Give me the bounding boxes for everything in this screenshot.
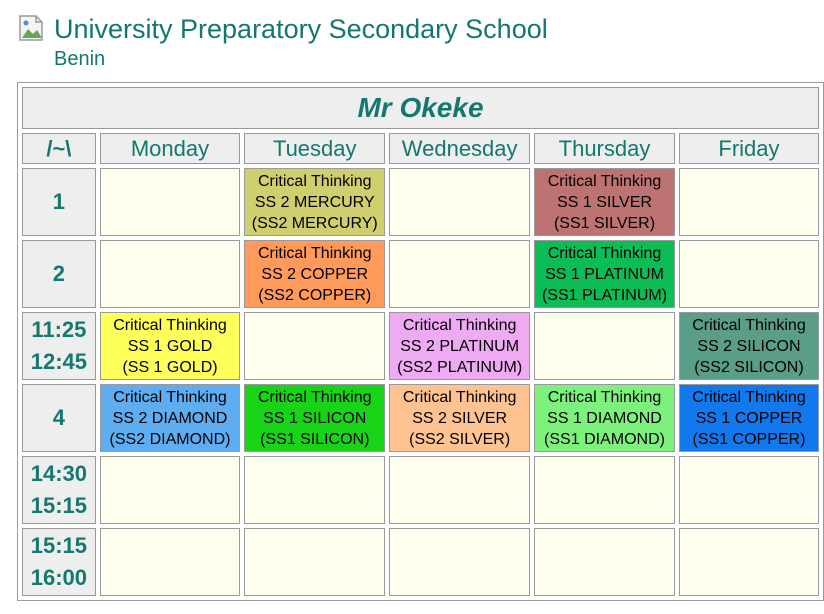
lesson-cell-tuesday[interactable]: Critical Thinking SS 1 SILICON (SS1 SILICO…: [244, 384, 386, 452]
timetable-cell-tuesday: [244, 456, 386, 524]
timetable-cell-monday: [99, 456, 241, 524]
period-label: 1: [22, 168, 96, 236]
period-label: 11:25 12:45: [22, 312, 96, 380]
school-location: Benin: [54, 48, 106, 70]
period-time: 1: [52, 189, 65, 214]
broken-image-icon: [19, 15, 43, 41]
timetable-cell-wednesday: [389, 528, 531, 596]
lesson-cell-monday[interactable]: Critical Thinking SS 2 DIAMOND (SS2 DIAMON…: [99, 384, 241, 452]
day-header-row: /~\ Monday Tuesday Wednesday Thursday Fr…: [22, 133, 819, 164]
lesson-room: (SS2 DIAMOND): [109, 430, 231, 448]
period-time: 15:15: [30, 493, 87, 518]
lesson-subject: Critical Thinking: [547, 172, 662, 190]
lesson-class: SS 1 SILICON: [263, 409, 367, 427]
lesson-subject: Critical Thinking: [692, 388, 806, 406]
lesson-class: SS 2 SILVER: [412, 409, 508, 427]
lesson-subject: Critical Thinking: [692, 316, 806, 334]
period-time: 4: [52, 405, 65, 430]
timetable-cell-thursday: [534, 312, 675, 380]
lesson-room: (SS2 MERCURY): [251, 214, 378, 232]
lesson-room: (SS 1 GOLD): [122, 358, 218, 376]
timetable-cell-tuesday: [244, 312, 386, 380]
timetable-cell-thursday: [534, 528, 675, 596]
lesson-subject: Critical Thinking: [113, 388, 227, 406]
lesson-subject: Critical Thinking: [547, 388, 662, 406]
timetable: Mr Okeke /~\ Monday Tuesday Wednesday Th…: [17, 82, 824, 601]
day-header-thursday: Thursday: [534, 133, 675, 164]
lesson-cell-monday[interactable]: Critical Thinking SS 1 GOLD (SS 1 GOLD): [99, 312, 241, 380]
period-label: 14:30 15:15: [22, 456, 96, 524]
lesson-cell-friday[interactable]: Critical Thinking SS 1 COPPER (SS1 COPPER): [678, 384, 819, 452]
lesson-cell-friday[interactable]: Critical Thinking SS 2 SILICON (SS2 SILICO…: [678, 312, 819, 380]
day-header-friday: Friday: [678, 133, 819, 164]
lesson-room: (SS2 SILVER): [409, 430, 511, 448]
lesson-room: (SS1 SILICON): [260, 430, 370, 448]
lesson-class: SS 2 SILICON: [697, 337, 801, 355]
school-name: University Preparatory Secondary School: [54, 14, 548, 44]
lesson-class: SS 2 DIAMOND: [112, 409, 228, 427]
timetable-cell-monday: [99, 528, 241, 596]
period-time: 12:45: [30, 349, 87, 374]
period-row: 4 Critical Thinking SS 2 DIAMOND (SS2 DIAMO…: [22, 384, 819, 452]
lesson-subject: Critical Thinking: [257, 388, 372, 406]
lesson-subject: Critical Thinking: [402, 316, 517, 334]
period-label: 4: [22, 384, 96, 452]
lesson-room: (SS1 SILVER): [553, 214, 656, 232]
lesson-class: SS 1 COPPER: [695, 409, 803, 427]
lesson-room: (SS1 DIAMOND): [544, 430, 665, 448]
lesson-class: SS 1 GOLD: [127, 337, 213, 355]
timetable-cell-monday: [99, 240, 241, 308]
timetable-cell-wednesday: [389, 456, 531, 524]
timetable-cell-wednesday: [389, 168, 531, 236]
timetable-cell-friday: [678, 528, 819, 596]
period-label: 15:15 16:00: [22, 528, 96, 596]
timetable-cell-tuesday: [244, 528, 386, 596]
lesson-room: (SS1 COPPER): [692, 430, 806, 448]
timetable-cell-thursday: [534, 456, 675, 524]
lesson-cell-thursday[interactable]: Critical Thinking SS 1 PLATINUM (SS1 PLATI…: [534, 240, 675, 308]
lesson-room: (SS2 SILICON): [694, 358, 804, 376]
lesson-cell-thursday[interactable]: Critical Thinking SS 1 SILVER (SS1 SILVER): [534, 168, 675, 236]
timetable-cell-friday: [678, 168, 819, 236]
timetable-cell-friday: [678, 240, 819, 308]
period-row: 11:25 12:45 Critical Thinking SS 1 GOLD (SS …: [22, 312, 819, 380]
period-time: 16:00: [30, 565, 87, 590]
lesson-class: SS 1 SILVER: [557, 193, 652, 211]
lesson-subject: Critical Thinking: [113, 316, 227, 334]
corner-header: /~\: [22, 133, 96, 164]
lesson-class: SS 1 PLATINUM: [545, 265, 664, 283]
day-header-monday: Monday: [99, 133, 241, 164]
lesson-room: (SS1 PLATINUM): [541, 286, 668, 304]
day-header-wednesday: Wednesday: [389, 133, 531, 164]
period-row: 15:15 16:00: [22, 528, 819, 596]
timetable-cell-wednesday: [389, 240, 531, 308]
period-time: 15:15: [30, 533, 87, 558]
lesson-subject: Critical Thinking: [547, 244, 662, 262]
lesson-cell-tuesday[interactable]: Critical Thinking SS 2 MERCURY (SS2 MERCUR…: [244, 168, 386, 236]
period-row: 14:30 15:15: [22, 456, 819, 524]
lesson-cell-wednesday[interactable]: Critical Thinking SS 2 PLATINUM (SS2 PLATI…: [389, 312, 531, 380]
lesson-cell-thursday[interactable]: Critical Thinking SS 1 DIAMOND (SS1 DIAMON…: [534, 384, 675, 452]
period-row: 2 Critical Thinking SS 2 COPPER (SS2 COPPER…: [22, 240, 819, 308]
lesson-subject: Critical Thinking: [257, 172, 372, 190]
lesson-cell-tuesday[interactable]: Critical Thinking SS 2 COPPER (SS2 COPPER): [244, 240, 386, 308]
teacher-name: Mr Okeke: [22, 87, 819, 129]
lesson-class: SS 1 DIAMOND: [547, 409, 662, 427]
timetable-cell-friday: [678, 456, 819, 524]
day-header-tuesday: Tuesday: [244, 133, 386, 164]
lesson-class: SS 2 PLATINUM: [400, 337, 520, 355]
lesson-class: SS 2 COPPER: [261, 265, 369, 283]
timetable-cell-monday: [99, 168, 241, 236]
lesson-room: (SS2 COPPER): [258, 286, 372, 304]
period-time: 14:30: [30, 461, 87, 486]
lesson-room: (SS2 PLATINUM): [397, 358, 523, 376]
period-label: 2: [22, 240, 96, 308]
period-time: 11:25: [31, 317, 87, 342]
period-time: 2: [52, 261, 65, 286]
lesson-subject: Critical Thinking: [257, 244, 372, 262]
lesson-subject: Critical Thinking: [402, 388, 517, 406]
lesson-cell-wednesday[interactable]: Critical Thinking SS 2 SILVER (SS2 SILVER): [389, 384, 531, 452]
period-row: 1 Critical Thinking SS 2 MERCURY (SS2 MERCU…: [22, 168, 819, 236]
lesson-class: SS 2 MERCURY: [254, 193, 375, 211]
